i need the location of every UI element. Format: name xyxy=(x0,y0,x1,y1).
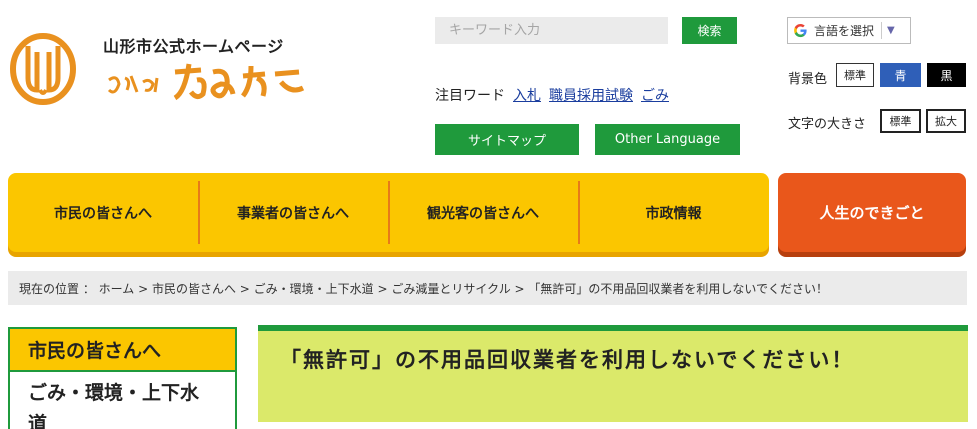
attention-link-recruitment[interactable]: 職員採用試験 xyxy=(549,85,633,105)
other-language-button[interactable]: Other Language xyxy=(595,124,740,155)
nav-citizens[interactable]: 市民の皆さんへ xyxy=(8,173,198,252)
sidebar-heading[interactable]: 市民の皆さんへ xyxy=(10,329,235,372)
breadcrumb: 現在の位置 ： ホーム > 市民の皆さんへ > ごみ・環境・上下水道 > ごみ減… xyxy=(8,271,967,305)
attention-words: 注目ワード 入札 職員採用試験 ごみ xyxy=(435,85,669,105)
bg-color-label: 背景色 xyxy=(788,72,828,87)
nav-city-info[interactable]: 市政情報 xyxy=(578,173,769,252)
google-g-icon xyxy=(794,23,807,38)
text-size-standard-button[interactable]: 標準 xyxy=(880,109,921,133)
page-title: 「無許可」の不用品回収業者を利用しないでください！ xyxy=(280,348,855,372)
nav-life-events[interactable]: 人生のできごと xyxy=(778,173,966,252)
bg-black-button[interactable]: 黒 xyxy=(927,63,966,87)
sitemap-button[interactable]: サイトマップ xyxy=(435,124,579,155)
bg-standard-button[interactable]: 標準 xyxy=(836,63,874,87)
search-input[interactable] xyxy=(435,17,668,44)
attention-link-garbage[interactable]: ごみ xyxy=(641,85,669,105)
yamagata-city-emblem-icon[interactable] xyxy=(10,32,76,106)
nav-tourists[interactable]: 観光客の皆さんへ xyxy=(388,173,578,252)
text-size-label: 文字の大きさ xyxy=(788,117,867,132)
site-name[interactable]: 山形市公式ホームページ xyxy=(103,33,284,57)
slogan-logo xyxy=(107,63,305,101)
main-nav: 市民の皆さんへ 事業者の皆さんへ 観光客の皆さんへ 市政情報 xyxy=(8,173,769,252)
dropdown-arrow-icon: ▼ xyxy=(887,25,895,36)
nav-businesses[interactable]: 事業者の皆さんへ xyxy=(198,173,388,252)
language-select-label: 言語を選択 xyxy=(814,24,875,38)
sidebar: 市民の皆さんへ ごみ・環境・上下水道 xyxy=(8,327,237,429)
page-title-bar: 「無許可」の不用品回収業者を利用しないでください！ xyxy=(258,325,968,422)
text-size-large-button[interactable]: 拡大 xyxy=(926,109,966,133)
divider xyxy=(881,22,883,39)
attention-label: 注目ワード xyxy=(435,88,505,104)
sidebar-item-environment[interactable]: ごみ・環境・上下水道 xyxy=(10,372,235,429)
bg-blue-button[interactable]: 青 xyxy=(880,63,921,87)
attention-link-bid[interactable]: 入札 xyxy=(513,85,541,105)
language-select[interactable]: 言語を選択 ▼ xyxy=(787,17,911,44)
search-button[interactable]: 検索 xyxy=(682,17,737,44)
